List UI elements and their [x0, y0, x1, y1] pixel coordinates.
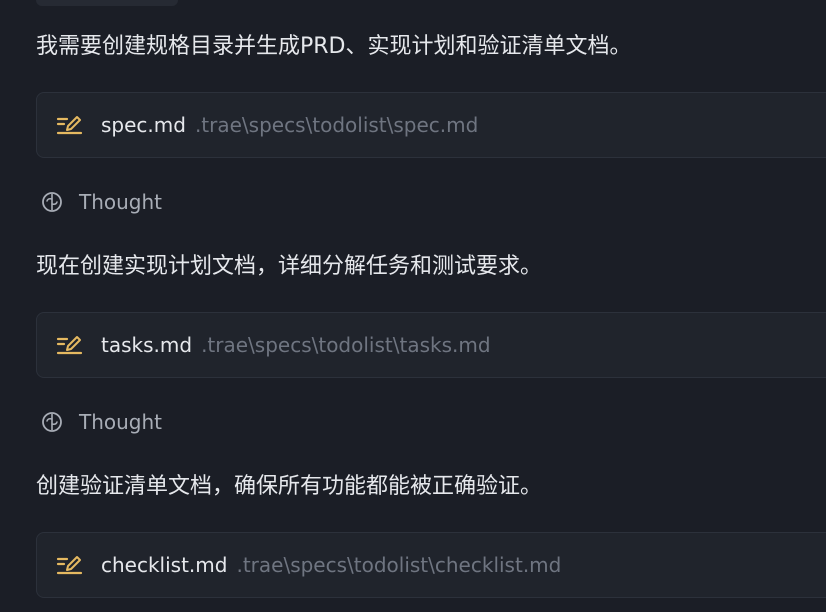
edit-file-icon: [55, 333, 85, 357]
assistant-message: 我需要创建规格目录并生成PRD、实现计划和验证清单文档。: [36, 34, 632, 59]
file-name: tasks.md: [101, 333, 193, 357]
chat-panel: 我需要创建规格目录并生成PRD、实现计划和验证清单文档。 spec.md .tr…: [0, 0, 826, 612]
file-card-tasks[interactable]: tasks.md .trae\specs\todolist\tasks.md: [36, 312, 826, 378]
assistant-message: 创建验证清单文档，确保所有功能都能被正确验证。: [36, 474, 543, 499]
file-name: spec.md: [101, 113, 186, 137]
thought-label: Thought: [79, 410, 163, 434]
brain-icon: [40, 410, 64, 434]
file-card-checklist[interactable]: checklist.md .trae\specs\todolist\checkl…: [36, 532, 826, 598]
file-path: .trae\specs\todolist\spec.md: [194, 113, 479, 137]
thought-label: Thought: [79, 190, 163, 214]
previous-block-edge: [36, 0, 178, 6]
thought-toggle[interactable]: Thought: [40, 190, 162, 214]
brain-icon: [40, 190, 64, 214]
file-card-spec[interactable]: spec.md .trae\specs\todolist\spec.md: [36, 92, 826, 158]
assistant-message: 现在创建实现计划文档，详细分解任务和测试要求。: [36, 254, 543, 279]
edit-file-icon: [55, 553, 85, 577]
edit-file-icon: [55, 113, 85, 137]
thought-toggle[interactable]: Thought: [40, 410, 162, 434]
file-name: checklist.md: [101, 553, 228, 577]
file-path: .trae\specs\todolist\tasks.md: [201, 333, 491, 357]
file-path: .trae\specs\todolist\checklist.md: [236, 553, 562, 577]
